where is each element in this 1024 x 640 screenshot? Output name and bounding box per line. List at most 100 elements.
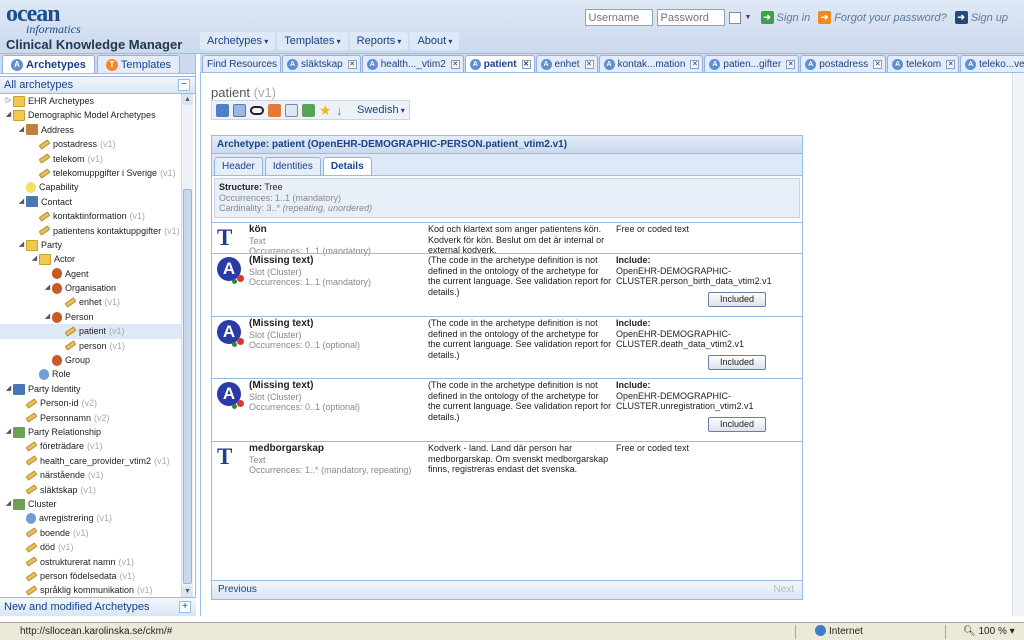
tree-item[interactable]: ▷ EHR Archetypes	[0, 94, 181, 108]
tree-item[interactable]: Person-id (v2)	[0, 396, 181, 410]
tree-item[interactable]: postadress (v1)	[0, 137, 181, 151]
xml-icon[interactable]	[268, 103, 281, 117]
tree-item[interactable]: Agent	[0, 267, 181, 281]
resource-tab[interactable]: Akontak...mation ✕	[598, 55, 704, 72]
tree-item[interactable]: boende (v1)	[0, 526, 181, 540]
zoom-control[interactable]: 🔍︎ 100 % ▾	[963, 623, 1015, 640]
tree-item[interactable]: Role	[0, 367, 181, 381]
expand-toggle-icon[interactable]: ▷	[4, 94, 13, 108]
tree-item[interactable]: person födelsedata (v1)	[0, 569, 181, 583]
tree-scrollbar[interactable]: ▲ ▼	[181, 94, 193, 597]
resource-tab[interactable]: Apostadress ✕	[800, 55, 887, 72]
included-button[interactable]: Included	[708, 292, 766, 307]
expand-toggle-icon[interactable]: ◢	[4, 425, 13, 439]
resource-tab[interactable]: Find Resources	[202, 55, 282, 72]
tree-item[interactable]: närstående (v1)	[0, 468, 181, 482]
tree-item[interactable]: patient (v1)	[0, 324, 181, 339]
tree-item[interactable]: ◢ Address	[0, 123, 181, 137]
tree-item[interactable]: Group	[0, 353, 181, 367]
star-icon[interactable]: ★	[319, 103, 332, 117]
sign-up-link[interactable]: ➜ Sign up	[954, 11, 1008, 24]
expand-toggle-icon[interactable]: ◢	[30, 252, 39, 266]
tree-item[interactable]: död (v1)	[0, 540, 181, 554]
tree-item[interactable]: Capability	[0, 180, 181, 194]
resource-tab[interactable]: Ateleko...verige✕	[960, 55, 1024, 72]
tree-item[interactable]: person (v1)	[0, 339, 181, 353]
tree-item[interactable]: enhet (v1)	[0, 295, 181, 309]
tree-item[interactable]: telekom (v1)	[0, 152, 181, 166]
close-icon[interactable]: ✕	[873, 59, 883, 69]
close-icon[interactable]: ✕	[786, 59, 796, 69]
tab-details[interactable]: Details	[322, 157, 372, 175]
all-archetypes-header[interactable]: All archetypes −	[0, 76, 195, 94]
tree-item[interactable]: ◢ Party Identity	[0, 382, 181, 396]
remember-checkbox[interactable]	[728, 11, 741, 24]
new-modified-header[interactable]: New and modified Archetypes +	[0, 597, 196, 616]
view-icon[interactable]	[216, 103, 229, 117]
save-icon[interactable]	[233, 103, 246, 117]
tree-item[interactable]: ostrukturerat namn (v1)	[0, 555, 181, 569]
close-icon[interactable]: ✕	[946, 59, 956, 69]
close-icon[interactable]: ✕	[584, 59, 594, 69]
chevron-down-icon[interactable]: ▼	[745, 12, 753, 24]
tree-item[interactable]: ◢ Actor	[0, 252, 181, 266]
scroll-down-icon[interactable]: ▼	[182, 586, 193, 597]
tab-header[interactable]: Header	[214, 157, 263, 175]
language-select[interactable]: Swedish	[357, 104, 405, 116]
tab-identities[interactable]: Identities	[264, 157, 321, 175]
tree-item[interactable]: ◢ Person	[0, 310, 181, 324]
expand-toggle-icon[interactable]: ◢	[43, 310, 52, 324]
password-input[interactable]	[656, 9, 725, 26]
collapse-icon[interactable]: −	[178, 79, 190, 91]
expand-toggle-icon[interactable]: ◢	[4, 497, 13, 511]
close-icon[interactable]: ✕	[450, 59, 460, 69]
resource-tab[interactable]: Atelekom ✕	[887, 55, 960, 72]
scroll-thumb[interactable]	[183, 189, 192, 584]
expand-toggle-icon[interactable]: ◢	[4, 382, 13, 396]
close-icon[interactable]: ✕	[521, 59, 531, 69]
tree-item[interactable]: kontaktinformation (v1)	[0, 209, 181, 223]
tree-item[interactable]: ◢ Demographic Model Archetypes	[0, 108, 181, 122]
mindmap-icon[interactable]	[250, 105, 264, 115]
expand-toggle-icon[interactable]: ◢	[17, 195, 26, 209]
tree-item[interactable]: ◢ Party Relationship	[0, 425, 181, 439]
tree-item[interactable]: företrädare (v1)	[0, 439, 181, 453]
resource-tab[interactable]: Aenhet ✕	[535, 55, 598, 72]
expand-toggle-icon[interactable]: ◢	[43, 281, 52, 295]
forgot-password-link[interactable]: ➜ Forgot your password?	[818, 11, 947, 24]
tree-item[interactable]: health_care_provider_vtim2 (v1)	[0, 454, 181, 468]
main-scrollbar[interactable]	[1012, 73, 1024, 616]
expand-all-icon[interactable]	[302, 103, 315, 117]
sign-in-link[interactable]: ➜ Sign in	[760, 11, 810, 24]
included-button[interactable]: Included	[708, 355, 766, 370]
tree-item[interactable]: patientens kontaktuppgifter (v1)	[0, 224, 181, 238]
download-icon[interactable]: ↓	[336, 104, 349, 117]
tree-item[interactable]: telekomuppgifter i Sverige (v1)	[0, 166, 181, 180]
tree-item[interactable]: ◢ Cluster	[0, 497, 181, 511]
menu-about[interactable]: About	[410, 32, 460, 50]
expand-icon[interactable]: +	[179, 601, 191, 613]
previous-button[interactable]: Previous	[218, 581, 257, 599]
close-icon[interactable]: ✕	[347, 59, 357, 69]
tree-item[interactable]: ◢ Organisation	[0, 281, 181, 295]
tree-item[interactable]: släktskap (v1)	[0, 483, 181, 497]
resource-tab[interactable]: Asläktskap ✕	[282, 55, 361, 72]
resource-tab[interactable]: Apatient ✕	[464, 55, 535, 72]
scroll-up-icon[interactable]: ▲	[182, 94, 193, 105]
username-input[interactable]	[584, 9, 653, 26]
expand-toggle-icon[interactable]: ◢	[4, 108, 13, 122]
menu-archetypes[interactable]: Archetypes	[200, 32, 276, 50]
tree-item[interactable]: språklig kommunikation (v1)	[0, 583, 181, 597]
close-icon[interactable]: ✕	[690, 59, 700, 69]
tree-item[interactable]: ◢ Contact	[0, 195, 181, 209]
resource-tab[interactable]: Apatien...gifter ✕	[704, 55, 800, 72]
tab-archetypes[interactable]: A Archetypes	[2, 55, 95, 73]
included-button[interactable]: Included	[708, 417, 766, 432]
menu-reports[interactable]: Reports	[349, 32, 409, 50]
resource-tab[interactable]: Ahealth..._vtim2 ✕	[361, 55, 464, 72]
tree-item[interactable]: ◢ Party	[0, 238, 181, 252]
expand-toggle-icon[interactable]: ◢	[17, 123, 26, 137]
tree-item[interactable]: Personnamn (v2)	[0, 411, 181, 425]
menu-templates[interactable]: Templates	[277, 32, 348, 50]
expand-toggle-icon[interactable]: ◢	[17, 238, 26, 252]
